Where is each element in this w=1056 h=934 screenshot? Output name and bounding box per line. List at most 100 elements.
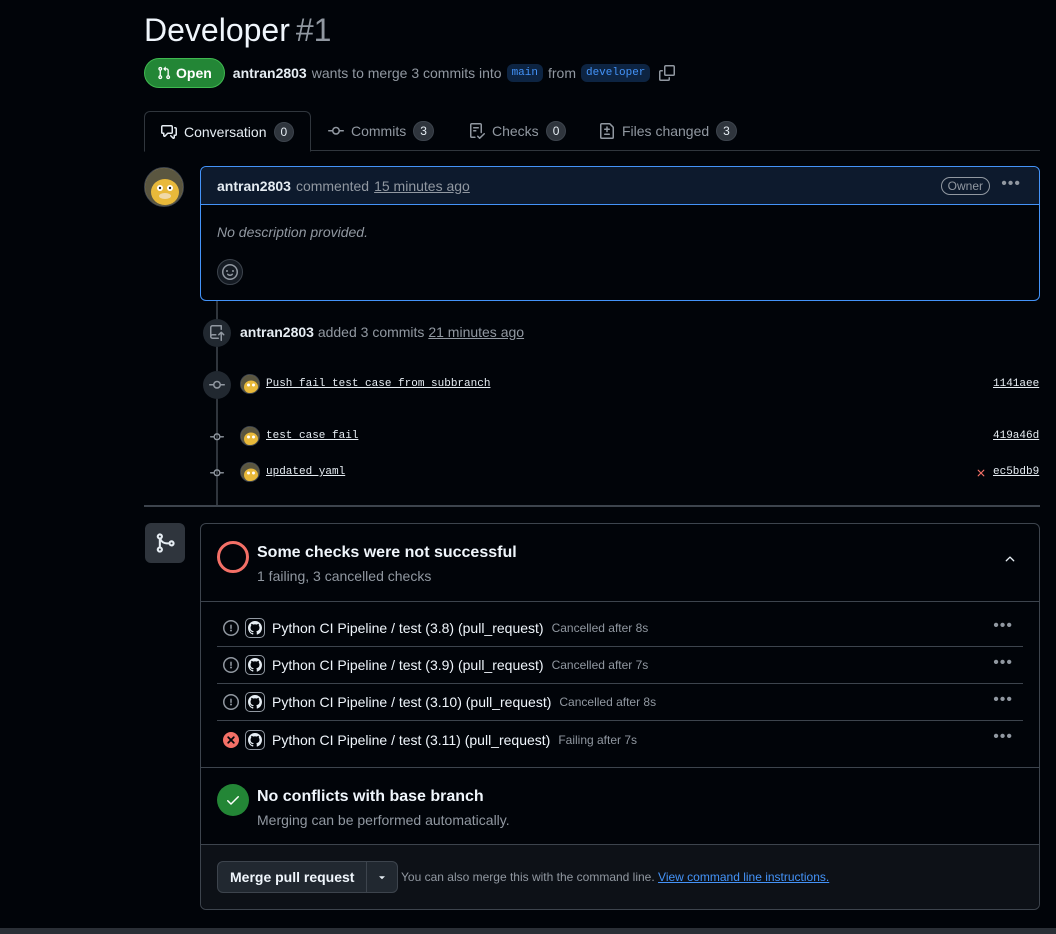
alert-circle-icon	[223, 694, 239, 710]
kebab-horizontal-icon[interactable]: •••	[993, 691, 1013, 709]
check-row[interactable]: Python CI Pipeline / test (3.11) (pull_r…	[217, 721, 1023, 758]
pr-title: Developer #1	[144, 12, 331, 49]
checks-title: Some checks were not successful	[257, 544, 517, 561]
head-branch-label[interactable]: developer	[580, 64, 651, 82]
pr-state-row: Open antran2803 wants to merge 3 commits…	[144, 58, 676, 88]
chevron-up-icon[interactable]	[1003, 552, 1017, 569]
merge-hint: You can also merge this with the command…	[401, 870, 829, 884]
avatar[interactable]	[144, 167, 184, 207]
conflicts-section: No conflicts with base branch Merging ca…	[201, 767, 1039, 845]
github-icon	[245, 655, 265, 675]
tab-checks-count: 0	[545, 121, 567, 141]
command-line-instructions-link[interactable]: View command line instructions.	[658, 870, 829, 884]
kebab-horizontal-icon[interactable]: •••	[993, 728, 1013, 746]
comment-discussion-icon	[161, 124, 177, 139]
comment-author[interactable]: antran2803	[217, 178, 291, 194]
checklist-icon	[470, 123, 485, 139]
git-pull-request-icon	[158, 66, 171, 80]
tab-files-changed[interactable]: Files changed 3	[599, 111, 737, 151]
tab-checks[interactable]: Checks 0	[469, 111, 567, 151]
commit-sha-link[interactable]: 1141aee	[993, 378, 1039, 390]
open-state-label: Open	[176, 65, 212, 81]
check-name: Python CI Pipeline / test (3.11) (pull_r…	[272, 731, 551, 748]
smiley-icon[interactable]	[217, 259, 243, 285]
tab-checks-label: Checks	[492, 123, 539, 139]
timeline-divider	[144, 505, 1040, 507]
copy-icon[interactable]	[659, 65, 676, 81]
merge-actions: Merge pull request You can also merge th…	[201, 845, 1039, 909]
tab-files-changed-label: Files changed	[622, 123, 710, 139]
git-commit-icon	[203, 371, 231, 399]
tab-conversation[interactable]: Conversation 0	[144, 111, 312, 152]
comment-verb: commented	[295, 177, 370, 194]
check-row[interactable]: Python CI Pipeline / test (3.10) (pull_r…	[217, 684, 1023, 721]
comment-box: antran2803 commented 15 minutes ago Owne…	[200, 166, 1040, 301]
comment-body: No description provided.	[217, 224, 368, 240]
git-merge-icon	[145, 523, 185, 563]
github-icon	[245, 618, 265, 638]
github-icon	[245, 729, 265, 750]
check-name: Python CI Pipeline / test (3.9) (pull_re…	[272, 657, 544, 673]
merge-box: Some checks were not successful 1 failin…	[200, 523, 1040, 910]
timeline-event-text: added 3 commits	[317, 324, 425, 340]
check-name: Python CI Pipeline / test (3.10) (pull_r…	[272, 694, 552, 710]
alert-circle-icon	[223, 620, 239, 636]
merge-pull-request-button[interactable]: Merge pull request	[218, 862, 368, 892]
check-status: Cancelled after 8s	[551, 621, 649, 635]
open-state-badge: Open	[144, 58, 225, 88]
avatar[interactable]	[240, 374, 260, 394]
pr-title-text: Developer	[144, 12, 290, 48]
timeline-event-author[interactable]: antran2803	[240, 324, 314, 340]
x-icon[interactable]	[975, 466, 987, 482]
owner-badge: Owner	[940, 177, 990, 195]
avatar[interactable]	[240, 462, 260, 482]
avatar[interactable]	[240, 426, 260, 446]
comment-header: antran2803 commented 15 minutes ago Owne…	[201, 167, 1039, 205]
check-status: Failing after 7s	[558, 732, 638, 747]
comment-timestamp[interactable]: 15 minutes ago	[374, 178, 470, 194]
check-row[interactable]: Python CI Pipeline / test (3.8) (pull_re…	[217, 610, 1023, 647]
base-branch-label[interactable]: main	[506, 64, 543, 82]
tab-commits[interactable]: Commits 3	[328, 111, 434, 151]
merge-button-group: Merge pull request	[217, 861, 399, 893]
pr-tabs: Conversation 0 Commits 3 Checks 0 Files …	[144, 111, 1040, 152]
check-status: Cancelled after 7s	[551, 658, 649, 672]
conflicts-subtitle: Merging can be performed automatically.	[257, 812, 510, 828]
pr-number: #1	[295, 12, 332, 48]
kebab-horizontal-icon[interactable]: •••	[993, 617, 1013, 635]
git-commit-icon	[328, 126, 344, 135]
timeline-event: antran2803 added 3 commits 21 minutes ag…	[240, 324, 524, 340]
pr-meta: antran2803 wants to merge 3 commits into…	[233, 64, 676, 82]
file-diff-icon	[600, 123, 614, 139]
tab-files-changed-count: 3	[716, 121, 737, 141]
kebab-horizontal-icon[interactable]: •••	[1001, 175, 1021, 193]
conflicts-title: No conflicts with base branch	[257, 788, 484, 805]
tab-conversation-label: Conversation	[184, 123, 267, 140]
merge-hint-text: You can also merge this with the command…	[401, 870, 655, 884]
commit-message-link[interactable]: Push fail test case from subbranch	[266, 378, 490, 390]
repo-push-icon	[203, 319, 231, 347]
horizontal-scrollbar[interactable]	[0, 928, 1056, 934]
check-name: Python CI Pipeline / test (3.8) (pull_re…	[272, 620, 544, 636]
commit-message-link[interactable]: test case fail	[266, 430, 358, 442]
tab-commits-count: 3	[413, 121, 434, 141]
check-status: Cancelled after 8s	[559, 695, 657, 709]
git-commit-icon	[210, 430, 224, 444]
checks-subtitle: 1 failing, 3 cancelled checks	[257, 568, 432, 584]
commit-sha-link[interactable]: ec5bdb9	[993, 466, 1039, 478]
checks-failed-icon	[217, 541, 249, 573]
pr-from-text: from	[547, 65, 576, 81]
commit-message-link[interactable]: updated yaml	[266, 466, 345, 478]
triangle-down-icon[interactable]	[367, 862, 397, 892]
check-row[interactable]: Python CI Pipeline / test (3.9) (pull_re…	[217, 647, 1023, 684]
timeline-event-time[interactable]: 21 minutes ago	[428, 324, 524, 340]
pr-merge-text: wants to merge 3 commits into	[311, 65, 502, 81]
kebab-horizontal-icon[interactable]: •••	[993, 654, 1013, 672]
commit-sha-link[interactable]: 419a46d	[993, 430, 1039, 442]
tab-conversation-count: 0	[273, 121, 295, 142]
pr-author-link[interactable]: antran2803	[233, 65, 307, 81]
x-circle-fill-icon	[223, 731, 239, 748]
checks-summary[interactable]: Some checks were not successful 1 failin…	[201, 524, 1039, 602]
github-icon	[245, 692, 265, 712]
git-commit-icon	[210, 466, 224, 480]
